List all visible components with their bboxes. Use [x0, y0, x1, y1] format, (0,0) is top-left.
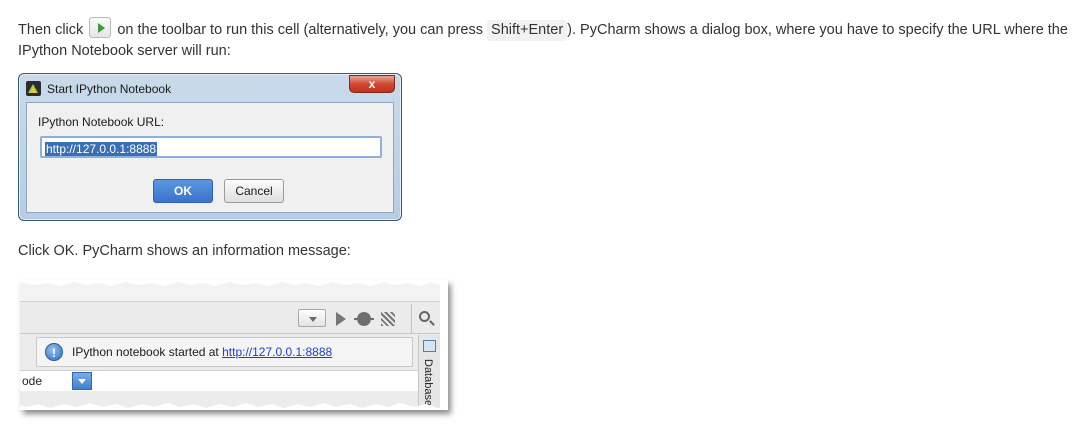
cell-type-combo-button[interactable] [72, 372, 92, 390]
torn-edge-bottom [20, 403, 448, 410]
dialog-close-button[interactable]: x [349, 75, 395, 93]
notification-text: IPython notebook started at [72, 345, 219, 359]
run-triangle-icon [98, 23, 106, 33]
notebook-url-input[interactable]: http://127.0.0.1:8888 [40, 136, 382, 158]
cancel-button[interactable]: Cancel [224, 179, 284, 203]
run-cell-button-image [89, 17, 112, 38]
notebook-url-link[interactable]: http://127.0.0.1:8888 [222, 345, 332, 359]
database-tool-tab[interactable]: Database [422, 359, 434, 406]
shortcut-badge: Shift+Enter [487, 20, 568, 41]
ok-button[interactable]: OK [153, 179, 213, 203]
instruction-paragraph-run-cell: Then click on the toolbar to run this ce… [18, 17, 1078, 62]
code-fragment: ode [22, 374, 43, 388]
coverage-icon[interactable] [381, 312, 395, 326]
screenshot-right-margin [440, 280, 448, 410]
chevron-down-icon [78, 379, 86, 384]
start-ipython-notebook-dialog: Start IPython Notebook x IPython Noteboo… [18, 73, 402, 221]
text-then-click: Then click [18, 22, 84, 38]
url-field-label: IPython Notebook URL: [38, 115, 165, 129]
database-icon [423, 340, 436, 352]
toolbar-divider [411, 304, 412, 334]
instruction-paragraph-click-ok: Click OK. PyCharm shows an information m… [18, 243, 351, 259]
notification-message: IPython notebook started at http://127.0… [72, 345, 332, 359]
run-icon[interactable] [336, 312, 346, 326]
right-tool-window-bar: Database [418, 335, 440, 410]
pycharm-notification-screenshot: ! IPython notebook started at http://127… [20, 280, 448, 410]
info-icon: ! [45, 343, 63, 361]
editor-row: ode [20, 370, 418, 391]
torn-edge-top [20, 280, 448, 286]
ide-toolbar [20, 304, 440, 334]
search-icon[interactable] [419, 311, 430, 322]
pycharm-app-icon [26, 81, 41, 96]
dialog-body: IPython Notebook URL: http://127.0.0.1:8… [26, 102, 394, 213]
text-toolbar-run: on the toolbar to run this cell (alterna… [117, 22, 483, 38]
run-config-dropdown[interactable] [298, 309, 326, 327]
debug-icon[interactable] [354, 312, 374, 326]
dialog-title: Start IPython Notebook [47, 82, 172, 96]
info-notification-balloon: ! IPython notebook started at http://127… [36, 337, 413, 367]
chevron-down-icon [309, 317, 317, 322]
url-input-value: http://127.0.0.1:8888 [45, 142, 158, 156]
dialog-titlebar: Start IPython Notebook x [19, 74, 401, 102]
